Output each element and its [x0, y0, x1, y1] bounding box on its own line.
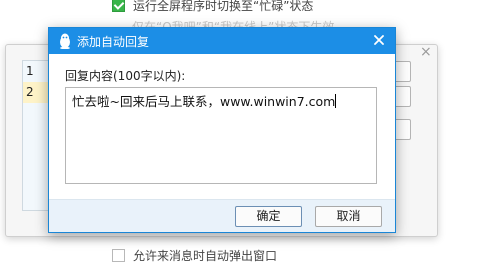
- ok-button[interactable]: 确定: [235, 206, 302, 227]
- fullscreen-busy-checkbox[interactable]: [112, 0, 125, 12]
- add-auto-reply-dialog: 添加自动回复 回复内容(100字以内): 忙去啦~回来后马上联系，www.win…: [48, 27, 396, 233]
- reply-content-textarea[interactable]: 忙去啦~回来后马上联系，www.winwin7.com: [65, 87, 377, 184]
- list-dialog-close-icon[interactable]: ×: [420, 44, 432, 60]
- dialog-title: 添加自动回复: [77, 34, 150, 49]
- auto-popup-option[interactable]: 允许来消息时自动弹出窗口: [112, 247, 277, 264]
- auto-popup-label: 允许来消息时自动弹出窗口: [133, 249, 278, 263]
- fullscreen-busy-label: 运行全屏程序时切换至“忙碌”状态: [133, 0, 314, 13]
- qq-penguin-icon: [60, 33, 70, 49]
- cancel-button[interactable]: 取消: [315, 206, 382, 227]
- dialog-footer: 确定 取消: [49, 199, 395, 232]
- reply-content-label: 回复内容(100字以内):: [65, 69, 186, 83]
- fullscreen-busy-option[interactable]: 运行全屏程序时切换至“忙碌”状态: [112, 0, 313, 14]
- auto-popup-checkbox[interactable]: [112, 249, 125, 262]
- text-caret: [335, 94, 337, 108]
- dialog-titlebar: 添加自动回复: [49, 28, 395, 54]
- close-icon[interactable]: [372, 33, 386, 47]
- reply-content-text: 忙去啦~回来后马上联系，www.winwin7.com: [72, 94, 336, 109]
